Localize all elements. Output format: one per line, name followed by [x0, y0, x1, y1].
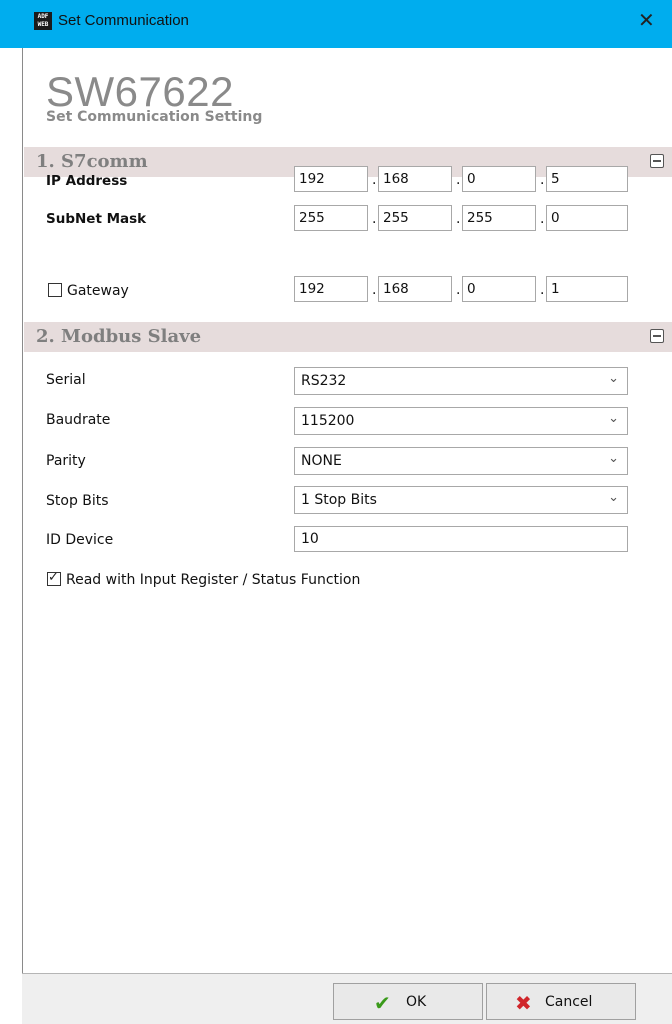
subnet-octet-4[interactable]: 0: [546, 205, 628, 231]
parity-select[interactable]: NONE ⌄: [294, 447, 628, 475]
stop-bits-select[interactable]: 1 Stop Bits ⌄: [294, 486, 628, 514]
subnet-mask-label: SubNet Mask: [46, 211, 147, 227]
serial-select[interactable]: RS232 ⌄: [294, 367, 628, 395]
window-title: Set Communication: [58, 12, 189, 29]
chevron-down-icon: ⌄: [608, 411, 619, 426]
gateway-dot: .: [540, 282, 545, 298]
parity-value: NONE: [301, 453, 342, 469]
title-bar: ADF WEB Set Communication ✕: [0, 0, 672, 48]
gateway-checkbox[interactable]: [48, 283, 62, 297]
stop-bits-value: 1 Stop Bits: [301, 492, 377, 508]
chevron-down-icon: ⌄: [608, 371, 619, 386]
subnet-dot: .: [456, 211, 461, 227]
parity-label: Parity: [46, 453, 86, 469]
chevron-down-icon: ⌄: [608, 490, 619, 505]
ip-octet-1[interactable]: 192: [294, 166, 368, 192]
section-title: 1. S7comm: [36, 151, 148, 172]
id-device-input[interactable]: 10: [294, 526, 628, 552]
section-header-modbus-slave[interactable]: 2. Modbus Slave: [24, 322, 672, 352]
cancel-x-icon: ✖: [515, 991, 532, 1015]
stop-bits-label: Stop Bits: [46, 493, 109, 509]
subnet-octet-3[interactable]: 255: [462, 205, 536, 231]
chevron-down-icon: ⌄: [608, 451, 619, 466]
cancel-button[interactable]: ✖ Cancel: [486, 983, 636, 1020]
collapse-icon[interactable]: [650, 329, 664, 343]
read-input-register-label: Read with Input Register / Status Functi…: [66, 572, 361, 588]
ip-dot: .: [540, 172, 545, 188]
app-logo-icon: ADF WEB: [34, 12, 52, 30]
serial-value: RS232: [301, 373, 347, 389]
gateway-dot: .: [372, 282, 377, 298]
ip-dot: .: [456, 172, 461, 188]
cancel-label: Cancel: [545, 994, 593, 1010]
collapse-icon[interactable]: [650, 154, 664, 168]
check-icon: ✔: [374, 991, 391, 1015]
subnet-dot: .: [540, 211, 545, 227]
gateway-octet-2[interactable]: 168: [378, 276, 452, 302]
ip-dot: .: [372, 172, 377, 188]
baudrate-value: 115200: [301, 413, 355, 429]
section-title: 2. Modbus Slave: [36, 326, 202, 347]
gateway-label: Gateway: [67, 283, 129, 299]
ip-octet-4[interactable]: 5: [546, 166, 628, 192]
page-subtitle: Set Communication Setting: [46, 109, 263, 125]
gateway-dot: .: [456, 282, 461, 298]
baudrate-select[interactable]: 115200 ⌄: [294, 407, 628, 435]
ip-octet-2[interactable]: 168: [378, 166, 452, 192]
subnet-octet-2[interactable]: 255: [378, 205, 452, 231]
gateway-octet-4[interactable]: 1: [546, 276, 628, 302]
serial-label: Serial: [46, 372, 86, 388]
ok-button[interactable]: ✔ OK: [333, 983, 483, 1020]
baudrate-label: Baudrate: [46, 412, 111, 428]
model-name: SW67622: [46, 68, 234, 115]
ip-address-label: IP Address: [46, 173, 128, 189]
gateway-octet-3[interactable]: 0: [462, 276, 536, 302]
ip-octet-3[interactable]: 0: [462, 166, 536, 192]
read-input-register-checkbox[interactable]: [47, 570, 61, 586]
gateway-octet-1[interactable]: 192: [294, 276, 368, 302]
ok-label: OK: [406, 994, 427, 1010]
subnet-dot: .: [372, 211, 377, 227]
id-device-label: ID Device: [46, 532, 114, 548]
close-icon[interactable]: ✕: [638, 8, 655, 32]
subnet-octet-1[interactable]: 255: [294, 205, 368, 231]
